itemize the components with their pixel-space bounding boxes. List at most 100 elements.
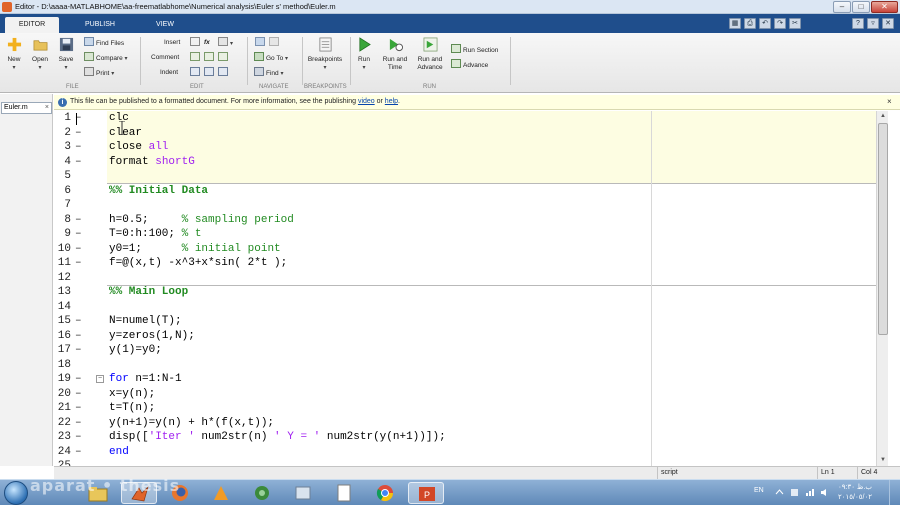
code-line[interactable]: 6 %% Initial Data xyxy=(54,184,876,199)
language-indicator[interactable]: EN xyxy=(754,487,764,494)
run-and-time-button[interactable]: Run and Time xyxy=(380,37,410,72)
increase-indent-icon[interactable] xyxy=(204,67,216,79)
tab-publish[interactable]: PUBLISH xyxy=(72,17,128,33)
code-editor[interactable]: 1– clc 2– clear 3– close all 4– format shortG 5 6… xyxy=(54,111,876,466)
taskbar-powerpoint-icon[interactable]: P xyxy=(408,482,444,504)
close-window-button[interactable]: ✕ xyxy=(871,1,898,13)
code-line[interactable]: 3– close all xyxy=(54,140,876,155)
run-button[interactable]: Run ▾ xyxy=(354,37,374,71)
breakpoint-dash-icon[interactable]: – xyxy=(75,314,82,329)
breakpoint-dash-icon[interactable]: – xyxy=(75,329,82,344)
help-link[interactable]: help xyxy=(385,98,398,105)
tray-arrow-icon[interactable] xyxy=(775,488,784,497)
code-fold-toggle-icon[interactable]: − xyxy=(96,375,104,383)
breakpoint-dash-icon[interactable]: – xyxy=(75,430,82,445)
code-line[interactable]: 1– clc xyxy=(54,111,876,126)
taskbar-app-icon[interactable] xyxy=(203,482,239,504)
scroll-down-arrow-icon[interactable]: ▼ xyxy=(877,455,889,465)
quick-access-redo-icon[interactable]: ↷ xyxy=(774,18,786,29)
clock-time[interactable]: ب.ظ ٠٩:٣٠ xyxy=(838,483,872,491)
go-to-button[interactable]: Go To ▾ xyxy=(254,52,288,64)
code-line[interactable]: 10– y0=1; % initial point xyxy=(54,242,876,257)
tray-network-icon[interactable] xyxy=(805,488,814,497)
breakpoint-dash-icon[interactable]: – xyxy=(75,140,82,155)
code-line[interactable]: 9– T=0:h:100; % t xyxy=(54,227,876,242)
code-line[interactable]: 16– y=zeros(1,N); xyxy=(54,329,876,344)
show-desktop-button[interactable] xyxy=(889,480,900,505)
code-line[interactable]: 19– − for n=1:N-1 xyxy=(54,372,876,387)
decrease-indent-icon[interactable] xyxy=(218,67,230,79)
breakpoint-dash-icon[interactable]: – xyxy=(75,372,82,387)
close-file-tab-icon[interactable]: × xyxy=(45,103,49,113)
print-button[interactable]: Print ▾ xyxy=(84,67,114,79)
open-button[interactable]: Open ▾ xyxy=(29,37,51,71)
quick-access-undo-icon[interactable]: ↶ xyxy=(759,18,771,29)
indent-button[interactable]: Indent xyxy=(160,67,178,79)
breakpoint-dash-icon[interactable]: – xyxy=(75,256,82,271)
code-line[interactable]: 25 xyxy=(54,459,876,466)
code-line[interactable]: 2– clear xyxy=(54,126,876,141)
compare-button[interactable]: Compare ▾ xyxy=(84,52,128,64)
taskbar-network-icon[interactable] xyxy=(244,482,280,504)
code-line[interactable]: 12 xyxy=(54,271,876,286)
breakpoint-dash-icon[interactable]: – xyxy=(75,445,82,460)
quick-access-copy-icon[interactable]: ⎙ xyxy=(744,18,756,29)
breakpoint-dash-icon[interactable]: – xyxy=(75,155,82,170)
maximize-button[interactable]: □ xyxy=(852,1,870,13)
run-and-advance-button[interactable]: Run and Advance xyxy=(414,37,446,72)
code-line[interactable]: 23– disp(['Iter ' num2str(n) ' Y = ' num2… xyxy=(54,430,876,445)
scroll-up-arrow-icon[interactable]: ▲ xyxy=(877,111,889,121)
file-tab-euler[interactable]: Euler.m × xyxy=(1,102,52,114)
wrap-comments-icon[interactable] xyxy=(218,52,230,64)
fx-icon[interactable]: fx xyxy=(204,37,210,49)
taskbar-chrome-icon[interactable] xyxy=(367,482,403,504)
quick-access-cut-icon[interactable]: ✂ xyxy=(789,18,801,29)
breakpoints-button[interactable]: Breakpoints ▾ xyxy=(305,37,345,71)
quick-access-layout-icon[interactable]: ▦ xyxy=(729,18,741,29)
code-line[interactable]: 13 %% Main Loop xyxy=(54,285,876,300)
code-line[interactable]: 11– f=@(x,t) -x^3+x*sin( 2*t ); xyxy=(54,256,876,271)
vertical-scrollbar[interactable]: ▲ ▼ xyxy=(876,111,888,466)
breakpoint-dash-icon[interactable]: – xyxy=(75,213,82,228)
forward-arrow-icon[interactable] xyxy=(269,37,281,49)
start-button[interactable] xyxy=(4,481,28,505)
tab-view[interactable]: VIEW xyxy=(140,17,190,33)
run-section-button[interactable]: Run Section xyxy=(451,44,498,56)
taskbar-tools-icon[interactable] xyxy=(285,482,321,504)
quick-access-help-icon[interactable]: ? xyxy=(852,18,864,29)
close-info-bar-icon[interactable]: × xyxy=(887,95,892,109)
tray-flag-icon[interactable] xyxy=(790,488,799,497)
code-line[interactable]: 4– format shortG xyxy=(54,155,876,170)
breakpoint-dash-icon[interactable]: – xyxy=(75,343,82,358)
insert-button[interactable]: Insert xyxy=(164,37,180,49)
code-line[interactable]: 17– y(1)=y0; xyxy=(54,343,876,358)
insert-section-icon[interactable] xyxy=(190,37,202,49)
code-line[interactable]: 20– x=y(n); xyxy=(54,387,876,402)
insert-menu-icon[interactable]: ▾ xyxy=(218,37,233,49)
code-line[interactable]: 24– end xyxy=(54,445,876,460)
breakpoint-dash-icon[interactable]: – xyxy=(75,387,82,402)
close-editor-icon[interactable]: ✕ xyxy=(882,18,894,29)
code-line[interactable]: 18 xyxy=(54,358,876,373)
breakpoint-dash-icon[interactable]: – xyxy=(75,416,82,431)
comment-button[interactable]: Comment xyxy=(151,52,179,64)
back-arrow-icon[interactable] xyxy=(255,37,267,49)
uncomment-icon[interactable] xyxy=(204,52,216,64)
code-line[interactable]: 7 xyxy=(54,198,876,213)
save-button[interactable]: Save ▾ xyxy=(55,37,77,71)
scrollbar-thumb[interactable] xyxy=(878,123,888,335)
code-line[interactable]: 5 xyxy=(54,169,876,184)
taskbar-document-icon[interactable] xyxy=(326,482,362,504)
new-button[interactable]: New ▾ xyxy=(3,37,25,71)
find-button[interactable]: Find ▾ xyxy=(254,67,283,79)
clock-date[interactable]: ٢٠١٥/٠٥/٠٢ xyxy=(838,493,872,501)
breakpoint-dash-icon[interactable]: – xyxy=(75,242,82,257)
code-line[interactable]: 22– y(n+1)=y(n) + h*(f(x,t)); xyxy=(54,416,876,431)
smart-indent-icon[interactable] xyxy=(190,67,202,79)
code-line[interactable]: 15– N=numel(T); xyxy=(54,314,876,329)
code-line[interactable]: 21– t=T(n); xyxy=(54,401,876,416)
find-files-button[interactable]: Find Files xyxy=(84,37,124,49)
code-line[interactable]: 8– h=0.5; % sampling period xyxy=(54,213,876,228)
advance-button[interactable]: Advance xyxy=(451,59,488,71)
video-link[interactable]: video xyxy=(358,98,375,105)
